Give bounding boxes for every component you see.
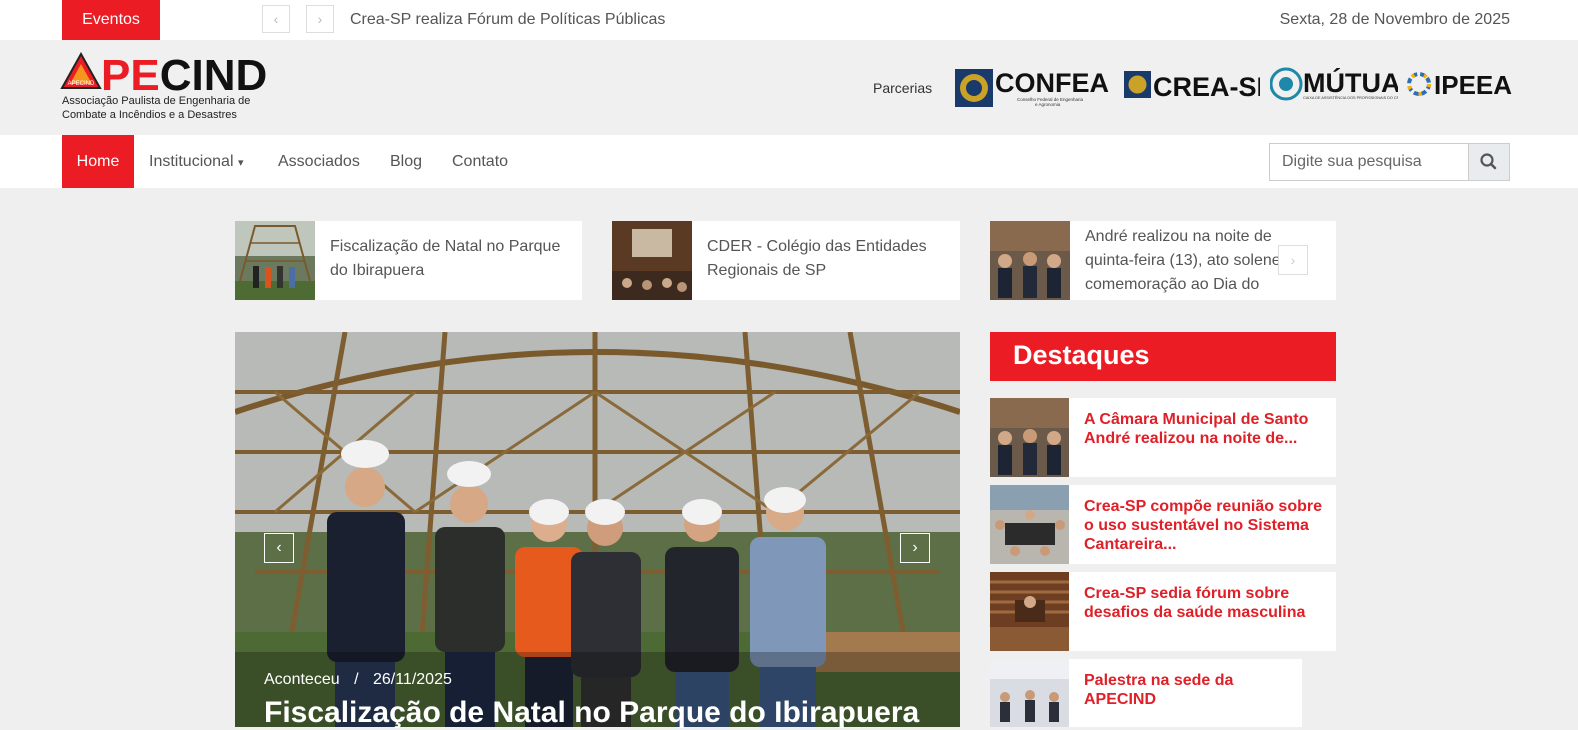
svg-text:CONFEA: CONFEA (995, 68, 1109, 98)
mini-news-card[interactable]: CDER - Colégio das Entidades Regionais d… (612, 221, 960, 300)
nav-home[interactable]: Home (62, 135, 134, 188)
destaque-item[interactable]: A Câmara Municipal de Santo André realiz… (990, 398, 1336, 477)
ticker-next-button[interactable]: › (306, 5, 334, 33)
current-date: Sexta, 28 de Novembro de 2025 (1279, 11, 1510, 28)
svg-text:CREA-SP: CREA-SP (1153, 72, 1260, 102)
destaque-title: Crea-SP sedia fórum sobre desafios da sa… (1084, 585, 1306, 621)
nav-associados[interactable]: Associados (278, 135, 360, 188)
mini-news-next-button[interactable]: › (1278, 245, 1308, 275)
chevron-down-icon: ▾ (237, 157, 244, 169)
events-badge[interactable]: Eventos (62, 0, 160, 40)
destaque-thumbnail (990, 485, 1069, 564)
destaque-item[interactable]: Crea-SP compõe reunião sobre o uso suste… (990, 485, 1336, 564)
confea-logo[interactable]: CONFEA Conselho Federal de Engenharia e … (955, 68, 1113, 108)
mini-news-title: CDER - Colégio das Entidades Regionais d… (707, 238, 927, 279)
news-thumbnail (612, 221, 692, 300)
news-thumbnail (235, 221, 315, 300)
mini-news-title: Fiscalização de Natal no Parque do Ibira… (330, 238, 561, 279)
destaque-title: A Câmara Municipal de Santo André realiz… (1084, 411, 1309, 447)
destaques-title: Destaques (1013, 340, 1150, 370)
search-button[interactable] (1468, 143, 1510, 181)
nav-institucional-label: Institucional (149, 153, 234, 170)
news-thumbnail (990, 221, 1070, 300)
partners-label: Parcerias (873, 80, 933, 96)
hero-title[interactable]: Fiscalização de Natal no Parque do Ibira… (264, 696, 919, 730)
mini-news-card[interactable]: Fiscalização de Natal no Parque do Ibira… (235, 221, 582, 300)
apecind-logo[interactable]: APECIND A PECIND (60, 52, 282, 96)
logo-subtitle-line2: Combate a Incêndios e a Desastres (62, 109, 237, 121)
hero-category[interactable]: Aconteceu (264, 671, 340, 688)
ipeea-logo[interactable]: IPEEA (1406, 69, 1512, 99)
destaque-thumbnail (990, 572, 1069, 651)
hero-next-button[interactable]: › (900, 533, 930, 563)
crea-sp-logo[interactable]: CREA-SP (1124, 68, 1260, 102)
logo-subtitle-line1: Associação Paulista de Engenharia de (62, 95, 251, 107)
ticker-prev-button[interactable]: ‹ (262, 5, 290, 33)
hero-image[interactable] (235, 332, 960, 727)
destaque-thumbnail (990, 659, 1069, 727)
logo-wordmark: PECIND (101, 52, 267, 96)
hero-prev-button[interactable]: ‹ (264, 533, 294, 563)
search-input[interactable]: Digite sua pesquisa (1269, 143, 1469, 181)
search-icon (1480, 153, 1497, 170)
ticker-headline[interactable]: Crea-SP realiza Fórum de Políticas Públi… (350, 0, 665, 39)
svg-text:e Agronomia: e Agronomia (1035, 102, 1061, 107)
nav-institucional[interactable]: Institucional ▾ (149, 135, 243, 190)
destaque-thumbnail (990, 398, 1069, 477)
svg-text:MÚTUA: MÚTUA (1303, 67, 1398, 98)
destaque-item[interactable]: Crea-SP sedia fórum sobre desafios da sa… (990, 572, 1336, 651)
nav-blog[interactable]: Blog (390, 135, 422, 188)
hero-meta: Aconteceu / 26/11/2025 (264, 671, 452, 689)
hero-date: 26/11/2025 (372, 671, 452, 688)
svg-text:IPEEA: IPEEA (1434, 70, 1512, 99)
mutua-logo[interactable]: MÚTUA CAIXA DE ASSISTÊNCIA DOS PROFISSIO… (1270, 66, 1398, 102)
svg-text:CAIXA DE ASSISTÊNCIA DOS PROFI: CAIXA DE ASSISTÊNCIA DOS PROFISSIONAIS D… (1303, 95, 1398, 100)
nav-contato[interactable]: Contato (452, 135, 508, 188)
hero-separator: / (354, 671, 359, 688)
destaque-item[interactable]: Palestra na sede da APECIND (990, 659, 1302, 727)
destaque-title: Palestra na sede da APECIND (1084, 672, 1234, 708)
destaque-title: Crea-SP compõe reunião sobre o uso suste… (1084, 498, 1322, 553)
logo-badge-text: APECIND (68, 81, 95, 87)
